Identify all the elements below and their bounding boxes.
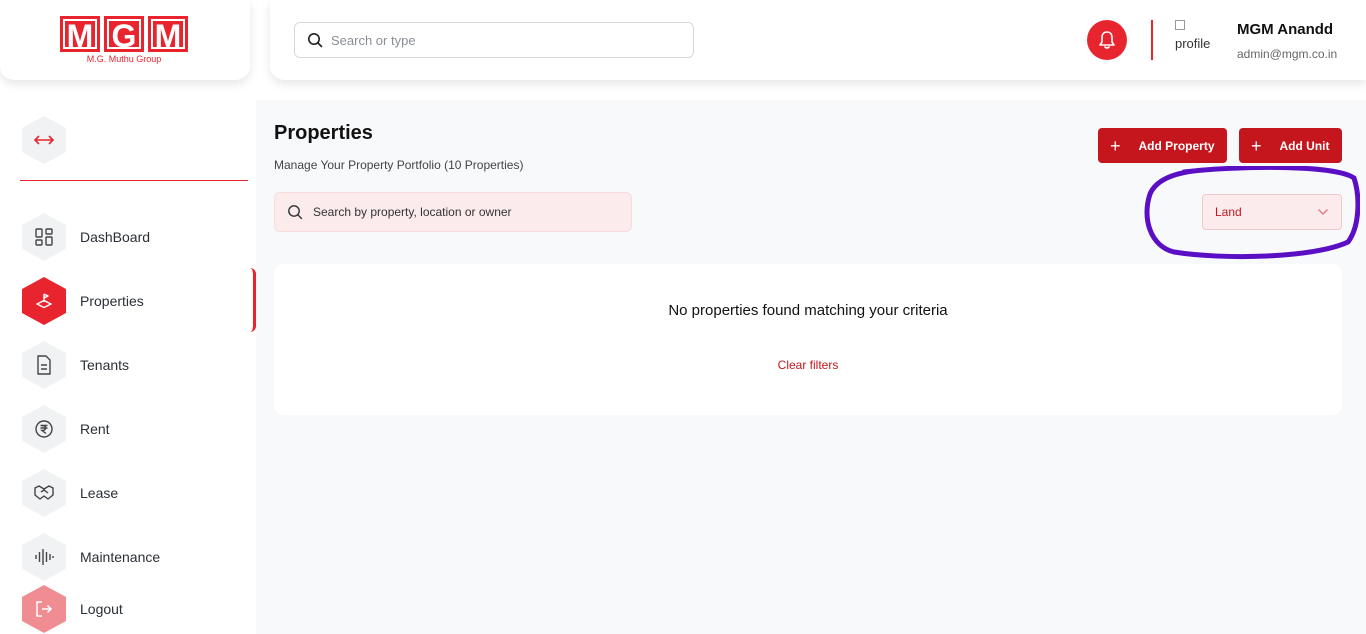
dashboard-grid-icon [22,213,66,261]
sidebar-item-dashboard[interactable]: DashBoard [22,205,254,269]
property-search-box[interactable] [274,192,632,232]
logo-letter-g: G [104,16,144,54]
sidebar-item-lease[interactable]: Lease [22,461,254,525]
main-content: Properties Manage Your Property Portfoli… [256,100,1366,634]
sidebar-item-label: Lease [80,485,119,501]
sidebar-item-logout[interactable]: Logout [22,577,254,634]
avatar[interactable]: profile [1175,20,1221,60]
logo-card: M G M M.G. Muthu Group [0,0,250,80]
empty-state-message: No properties found matching your criter… [668,302,948,319]
clear-filters-link[interactable]: Clear filters [274,358,1342,372]
logo-letter-m1: M [60,16,100,54]
page-title: Properties [274,122,373,144]
add-unit-label: Add Unit [1279,138,1330,153]
top-header: profile MGM Anandd admin@mgm.co.in [270,0,1366,80]
global-search-input[interactable] [331,32,671,48]
add-property-label: Add Property [1138,138,1215,153]
sidebar-item-label: Tenants [80,357,130,373]
annotation-circle [1144,166,1360,260]
handshake-icon [22,469,66,517]
sidebar-item-label: Properties [80,293,144,309]
waveform-icon [22,533,66,581]
rupee-coin-icon [22,405,66,453]
add-unit-button[interactable]: + Add Unit [1239,128,1342,163]
sidebar: DashBoard Properties Tenants Rent Lease … [0,100,256,634]
add-property-button[interactable]: + Add Property [1098,128,1227,163]
sidebar-divider [20,180,248,181]
logout-icon [22,585,66,633]
avatar-alt-text: profile [1175,36,1211,51]
expand-arrows-icon [33,135,55,145]
sidebar-item-tenants[interactable]: Tenants [22,333,254,397]
header-divider [1151,20,1153,60]
empty-state-card: No properties found matching your criter… [274,264,1342,415]
bell-icon [1099,31,1115,49]
global-search-box[interactable] [294,22,694,58]
user-email: admin@mgm.co.in [1237,47,1338,61]
plus-icon: + [1110,135,1121,156]
search-icon [308,33,323,48]
property-search-input[interactable] [313,205,613,219]
notifications-button[interactable] [1087,20,1127,60]
brand-logo[interactable]: M G M M.G. Muthu Group [60,16,188,64]
sidebar-item-label: DashBoard [80,229,151,245]
page-subtitle: Manage Your Property Portfolio (10 Prope… [274,158,524,172]
sidebar-item-rent[interactable]: Rent [22,397,254,461]
logout-label: Logout [80,601,123,617]
sidebar-item-label: Maintenance [80,549,161,565]
properties-icon [22,277,66,325]
sidebar-item-properties[interactable]: Properties [22,269,254,333]
search-icon [288,205,303,220]
logo-letter-m2: M [148,16,188,54]
sidebar-item-label: Rent [80,421,110,437]
sidebar-toggle-button[interactable] [22,116,66,164]
logo-subtitle: M.G. Muthu Group [86,54,162,64]
plus-icon: + [1251,135,1262,156]
broken-image-icon [1175,20,1185,30]
document-icon [22,341,66,389]
user-name: MGM Anandd [1237,21,1334,38]
